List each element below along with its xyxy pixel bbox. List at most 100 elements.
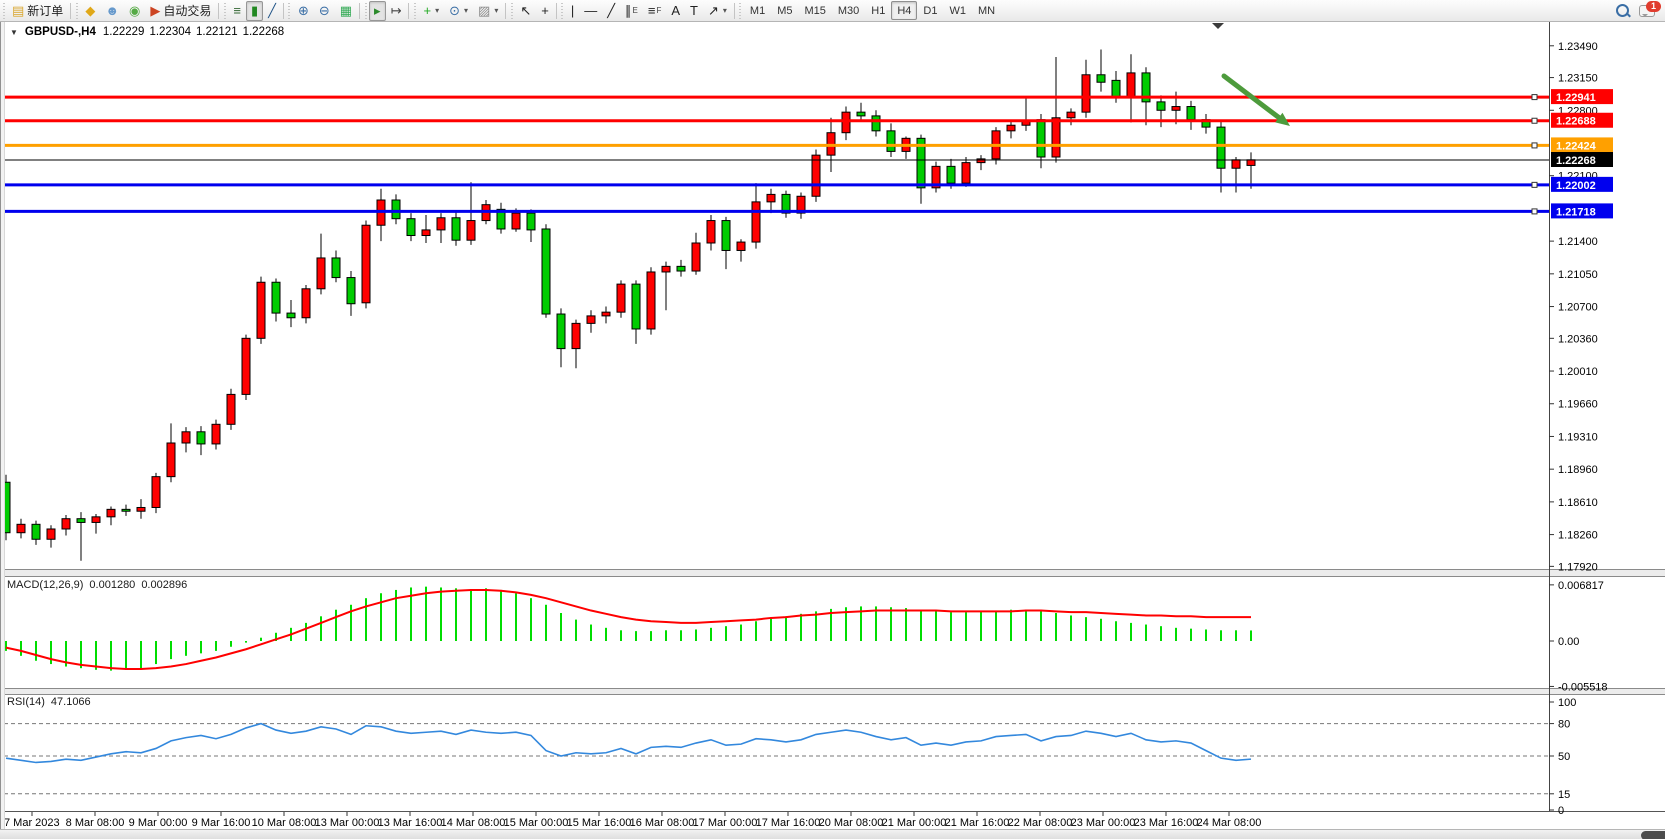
crosshair-icon: + (541, 4, 549, 17)
trend-arrow-annotation[interactable] (1224, 76, 1290, 126)
auto-scroll-button[interactable]: ▸ (369, 1, 386, 21)
time-tick-label: 15 Mar 16:00 (567, 817, 632, 829)
rsi-name: RSI(14) (7, 696, 45, 708)
periods-button-dropdown-icon[interactable]: ▾ (464, 6, 468, 15)
chart-shift-button[interactable]: ↦ (386, 1, 407, 21)
candle (842, 112, 850, 133)
clock-icon: ⊙ (449, 4, 460, 17)
svg-text:1.22268: 1.22268 (1556, 155, 1596, 167)
candlestick-button[interactable]: ▮ (246, 1, 263, 21)
candle (167, 443, 175, 477)
macd-axis-label: -0.005518 (1558, 681, 1608, 693)
chart-canvas[interactable]: 1.234901.231501.228001.221001.214001.210… (0, 0, 1665, 839)
line-chart-button[interactable]: ╱ (263, 1, 281, 21)
candle (407, 219, 415, 236)
indicators-button-dropdown-icon[interactable]: ▾ (435, 6, 439, 15)
line-handle[interactable] (1532, 118, 1537, 123)
timeframe-h4-button[interactable]: H4 (891, 1, 917, 20)
new-order-button-label: 新订单 (27, 2, 63, 19)
line-handle[interactable] (1532, 182, 1537, 187)
fibonacci-button[interactable]: ≡F (643, 1, 666, 21)
candle (1127, 73, 1135, 97)
text-label-button[interactable]: T (685, 1, 703, 21)
line-handle[interactable] (1532, 143, 1537, 148)
signals-button[interactable]: ◉ (124, 1, 145, 21)
vertical-line-button[interactable]: | (566, 1, 579, 21)
indicators-plus-icon: + (423, 4, 431, 17)
candle (272, 282, 280, 313)
time-tick-label: 15 Mar 00:00 (504, 817, 569, 829)
templates-button[interactable]: ▨▾ (473, 1, 503, 21)
rsi-axis-label: 100 (1558, 697, 1576, 709)
candle (977, 159, 985, 163)
candle (32, 524, 40, 539)
timeframe-m15-button[interactable]: M15 (798, 1, 831, 20)
timeframe-m5-button[interactable]: M5 (771, 1, 798, 20)
timeframe-w1-button[interactable]: W1 (943, 1, 972, 20)
new-order-icon: ▤ (12, 4, 24, 17)
candle (1217, 127, 1225, 168)
zoom-in-button[interactable]: ⊕ (293, 1, 314, 21)
cursor-button[interactable]: ↖ (515, 1, 536, 21)
collapse-triangle-icon[interactable]: ▼ (10, 28, 18, 37)
candle (1037, 120, 1045, 157)
ohlc-close: 1.22268 (243, 26, 285, 38)
line-handle[interactable] (1532, 209, 1537, 214)
fibonacci-icon-sub: F (656, 6, 661, 15)
channel-icon-sub: E (633, 6, 638, 15)
autotrading-button[interactable]: ▶自动交易 (145, 1, 216, 21)
svg-text:1.22941: 1.22941 (1556, 92, 1596, 104)
time-tick-label: 14 Mar 08:00 (441, 817, 506, 829)
text-button[interactable]: A (666, 1, 685, 21)
candle (107, 509, 115, 516)
zoom-out-button[interactable]: ⊖ (314, 1, 335, 21)
price-tick-label: 1.21400 (1558, 236, 1598, 248)
channel-button[interactable]: ∥E (620, 1, 643, 21)
timeframe-mn-button[interactable]: MN (972, 1, 1001, 20)
price-tick-label: 1.21050 (1558, 269, 1598, 281)
line-handle[interactable] (1532, 95, 1537, 100)
trendline-button[interactable]: ╱ (602, 1, 620, 21)
market-watch-button[interactable]: ◆ (80, 1, 100, 21)
candlestick-series (2, 50, 1255, 561)
strategy-tester-button[interactable]: ☻ (100, 1, 124, 21)
autotrading-button-label: 自动交易 (163, 2, 211, 19)
status-bar (0, 829, 1665, 839)
time-tick-label: 24 Mar 08:00 (1197, 817, 1262, 829)
tile-windows-button[interactable]: ▦ (335, 1, 357, 21)
new-order-button[interactable]: ▤新订单 (7, 1, 68, 21)
candle (1067, 112, 1075, 118)
timeframe-d1-button[interactable]: D1 (917, 1, 943, 20)
ohlc-open: 1.22229 (103, 26, 145, 38)
search-icon[interactable] (1616, 4, 1629, 17)
timeframe-h1-button[interactable]: H1 (865, 1, 891, 20)
price-tick-label: 1.19660 (1558, 399, 1598, 411)
rsi-value: 47.1066 (51, 696, 91, 708)
periods-button[interactable]: ⊙▾ (444, 1, 473, 21)
timeframe-m30-button[interactable]: M30 (832, 1, 865, 20)
text-label-icon: T (690, 4, 698, 17)
candle (152, 477, 160, 508)
indicators-button[interactable]: +▾ (418, 1, 444, 21)
horizontal-level-lines[interactable] (4, 95, 1549, 214)
time-tick-label: 7 Mar 2023 (4, 817, 60, 829)
macd-signal-value: 0.002896 (141, 579, 187, 591)
candle (887, 131, 895, 152)
status-grip[interactable] (1641, 831, 1665, 839)
bar-chart-button[interactable]: ≡ (228, 1, 246, 21)
candle (242, 338, 250, 394)
time-tick-label: 20 Mar 08:00 (819, 817, 884, 829)
rsi-axis-label: 80 (1558, 719, 1570, 731)
candle (542, 229, 550, 314)
text-icon: A (671, 4, 680, 17)
arrows-button-dropdown-icon[interactable]: ▾ (723, 6, 727, 15)
chat-icon[interactable]: 1 (1639, 5, 1655, 17)
macd-axis-label: 0.00 (1558, 636, 1579, 648)
rsi-panel: 1008050150 (4, 697, 1576, 817)
horizontal-line-button[interactable]: — (579, 1, 602, 21)
templates-button-dropdown-icon[interactable]: ▾ (494, 6, 498, 15)
timeframe-m1-button[interactable]: M1 (744, 1, 771, 20)
arrows-button[interactable]: ↗▾ (703, 1, 732, 21)
candle (812, 155, 820, 196)
crosshair-button[interactable]: + (536, 1, 554, 21)
